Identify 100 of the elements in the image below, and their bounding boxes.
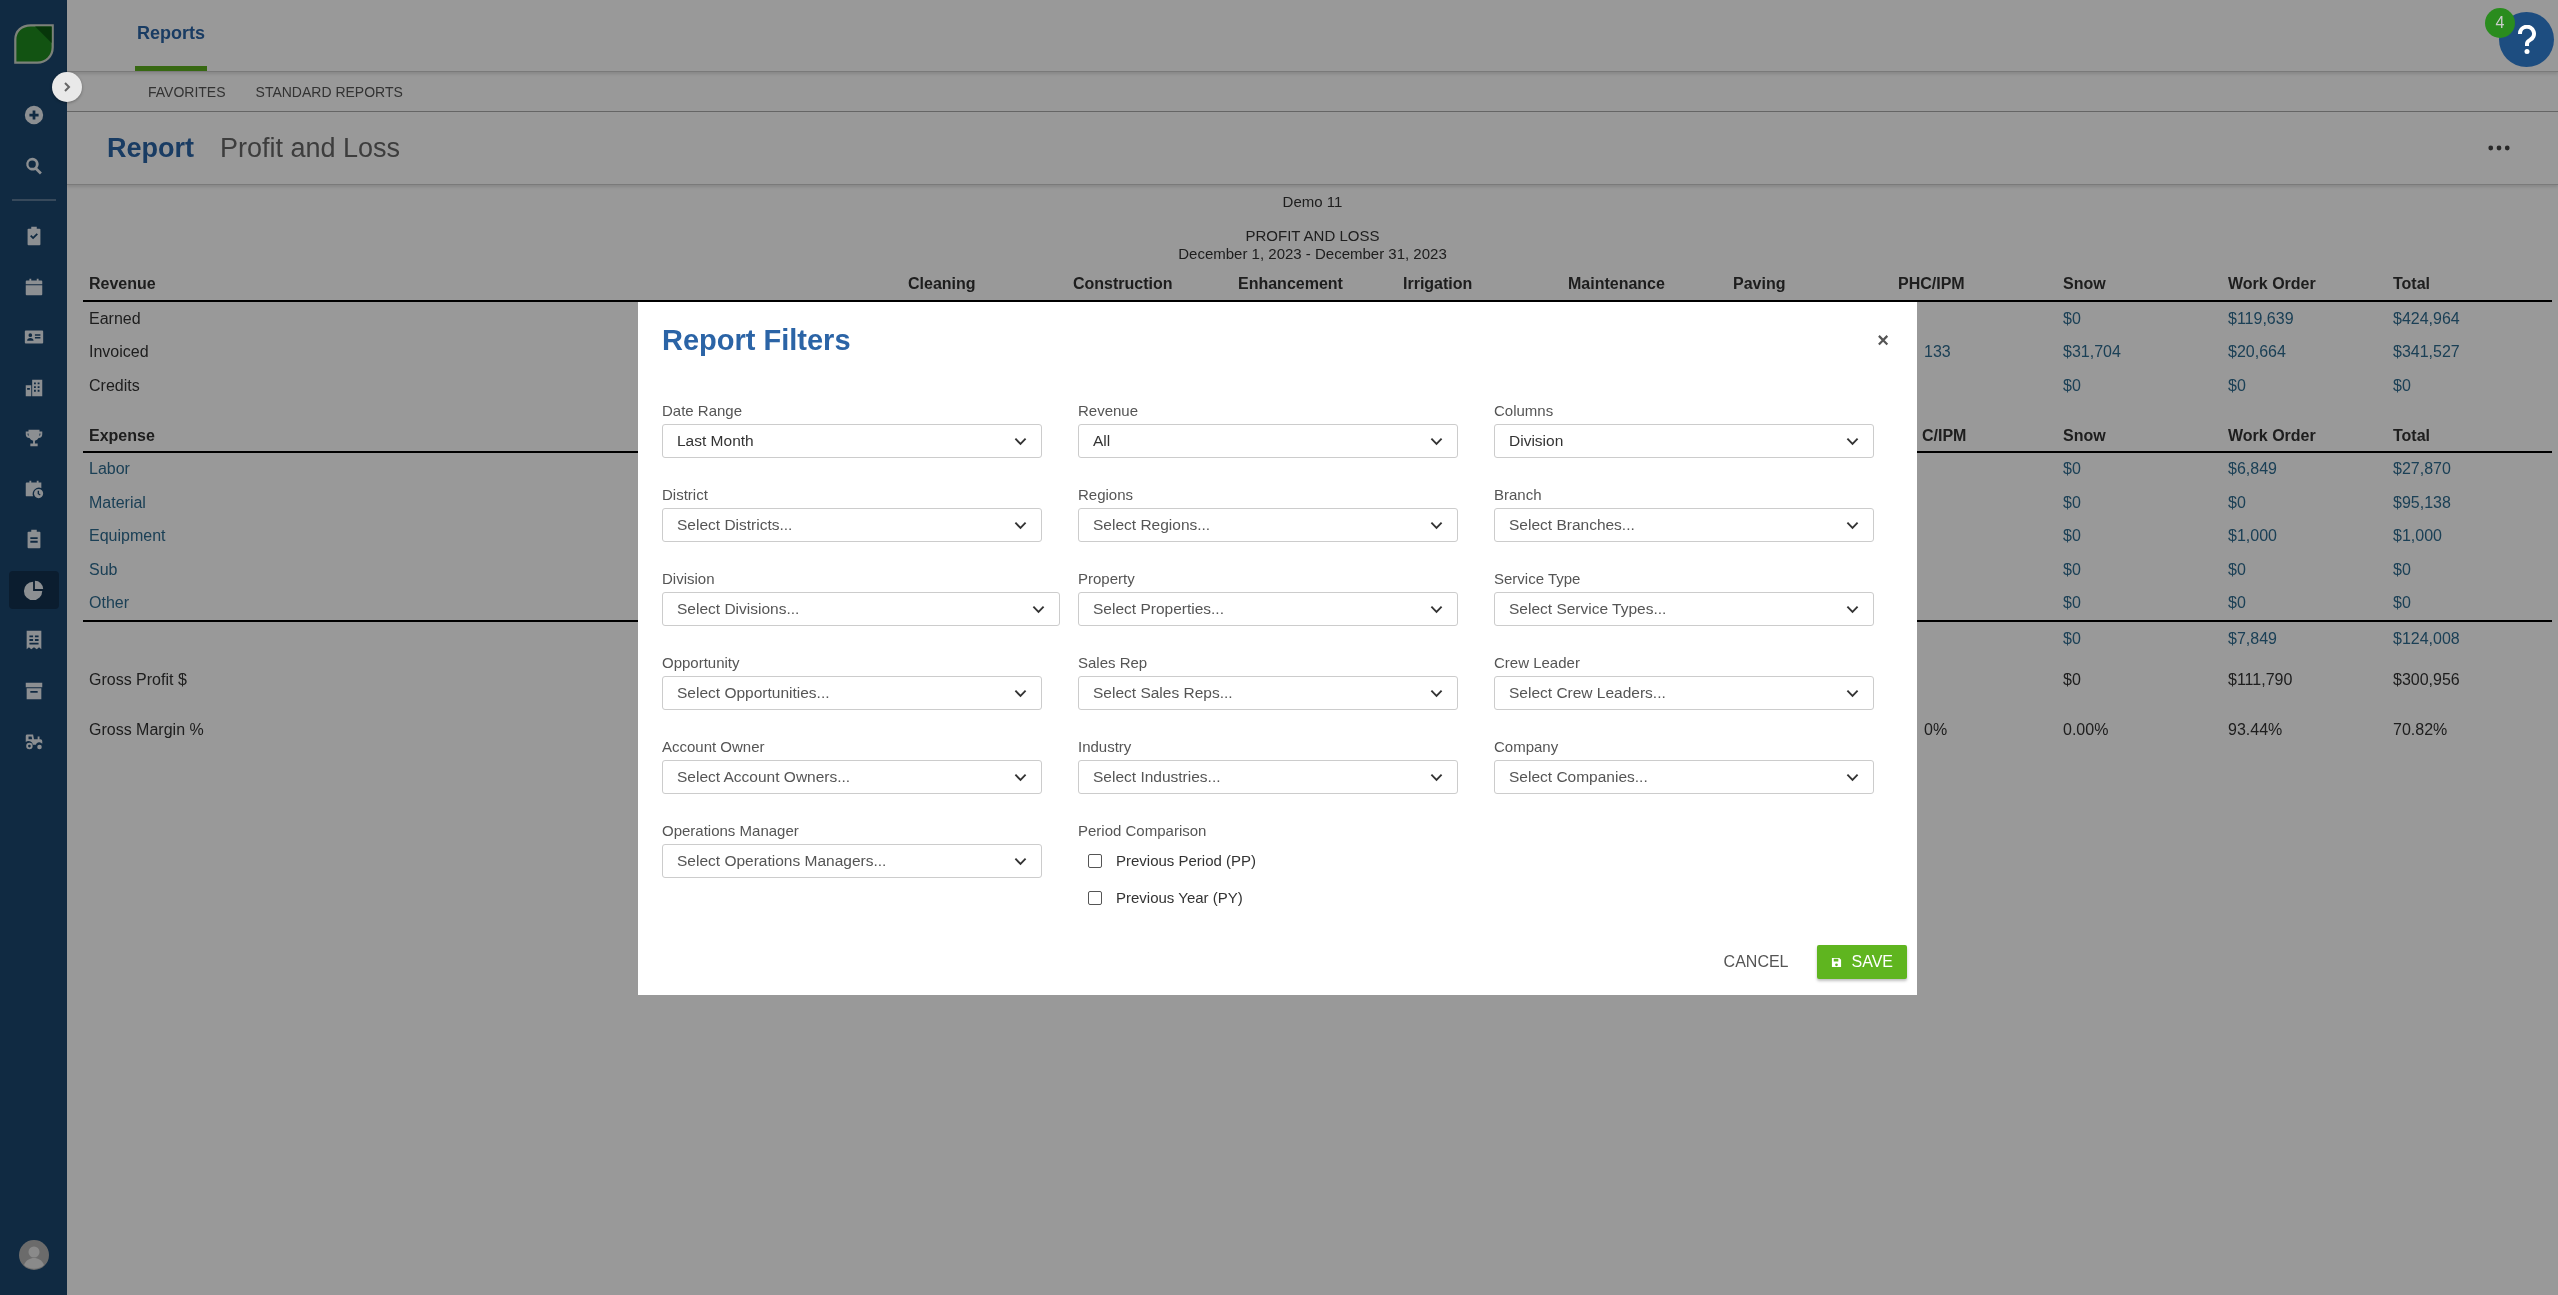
table-cell[interactable]: $0 bbox=[2063, 493, 2081, 512]
table-cell[interactable]: $0 bbox=[2063, 560, 2081, 579]
chevron-down-icon bbox=[1846, 604, 1859, 614]
table-cell[interactable]: $0 bbox=[2393, 560, 2411, 579]
select-field[interactable]: Select Companies... bbox=[1494, 760, 1874, 794]
chevron-down-icon bbox=[1430, 604, 1443, 614]
table-cell[interactable]: $1,000 bbox=[2228, 527, 2277, 546]
select-field[interactable]: Select Divisions... bbox=[662, 592, 1060, 626]
report-period: December 1, 2023 - December 31, 2023 bbox=[1178, 245, 1447, 263]
select-field[interactable]: Select Crew Leaders... bbox=[1494, 676, 1874, 710]
chevron-down-icon bbox=[1430, 520, 1443, 530]
chevron-down-icon bbox=[1846, 688, 1859, 698]
field-label: Revenue bbox=[1078, 402, 1140, 420]
table-cell[interactable]: $20,664 bbox=[2228, 343, 2286, 362]
row-label: Revenue bbox=[89, 274, 156, 293]
column-header: Paving bbox=[1733, 274, 1786, 293]
cancel-button[interactable]: CANCEL bbox=[1715, 947, 1797, 977]
subnav-link[interactable]: STANDARD REPORTS bbox=[255, 83, 403, 100]
question-icon bbox=[2516, 24, 2537, 55]
table-cell[interactable]: $0 bbox=[2063, 309, 2081, 328]
checkbox-label[interactable]: Previous Year (PY) bbox=[1116, 889, 1243, 906]
table-cell[interactable]: $7,849 bbox=[2228, 629, 2277, 648]
table-cell[interactable]: $119,639 bbox=[2228, 309, 2294, 328]
column-header: Snow bbox=[2063, 274, 2106, 293]
select-field[interactable]: Select Regions... bbox=[1078, 508, 1458, 542]
table-cell[interactable]: $1,000 bbox=[2393, 527, 2442, 546]
avatar-icon[interactable] bbox=[18, 1240, 49, 1270]
column-header: Snow bbox=[2063, 426, 2106, 445]
field-label: Company bbox=[1494, 738, 1560, 756]
chevron-down-icon bbox=[1014, 772, 1027, 782]
column-header: Irrigation bbox=[1403, 274, 1473, 293]
field-label: Columns bbox=[1494, 402, 1555, 420]
row-label[interactable]: Equipment bbox=[89, 527, 166, 546]
leaf-logo[interactable] bbox=[11, 22, 56, 66]
row-label: Credits bbox=[89, 376, 140, 395]
close-button[interactable]: × bbox=[1873, 329, 1893, 352]
table-cell[interactable]: $0 bbox=[2063, 376, 2081, 395]
table-cell[interactable]: $95,138 bbox=[2393, 493, 2451, 512]
table-cell[interactable]: $6,849 bbox=[2228, 460, 2277, 479]
field-label: Operations Manager bbox=[662, 822, 800, 840]
row-label: Gross Profit $ bbox=[89, 671, 187, 689]
chevron-down-icon bbox=[1032, 604, 1045, 614]
row-label: Invoiced bbox=[89, 343, 149, 362]
table-cell[interactable]: $0 bbox=[2063, 594, 2081, 613]
select-field[interactable]: Select Industries... bbox=[1078, 760, 1458, 794]
select-field[interactable]: Select Sales Reps... bbox=[1078, 676, 1458, 710]
select-field[interactable]: Division bbox=[1494, 424, 1874, 458]
column-header: Cleaning bbox=[908, 274, 976, 293]
table-cell: $300,956 bbox=[2393, 671, 2460, 689]
table-cell[interactable]: $0 bbox=[2393, 594, 2411, 613]
row-label[interactable]: Material bbox=[89, 493, 146, 512]
table-cell[interactable]: $0 bbox=[2228, 594, 2246, 613]
chevron-down-icon bbox=[1014, 688, 1027, 698]
column-header: PHC/IPM bbox=[1898, 274, 1965, 293]
select-field[interactable]: Select Properties... bbox=[1078, 592, 1458, 626]
select-field[interactable]: Select Service Types... bbox=[1494, 592, 1874, 626]
row-label[interactable]: Sub bbox=[89, 560, 118, 579]
select-field[interactable]: Last Month bbox=[662, 424, 1042, 458]
table-cell[interactable]: $0 bbox=[2393, 376, 2411, 395]
more-icon[interactable] bbox=[2488, 145, 2510, 151]
select-field[interactable]: Select Account Owners... bbox=[662, 760, 1042, 794]
report-name: Profit and Loss bbox=[220, 132, 401, 164]
table-cell[interactable]: $0 bbox=[2228, 560, 2246, 579]
row-label[interactable]: Labor bbox=[89, 460, 130, 479]
page-title: Report bbox=[107, 132, 194, 164]
field-label: District bbox=[662, 486, 709, 504]
table-cell[interactable]: $341,527 bbox=[2393, 343, 2460, 362]
column-header: Total bbox=[2393, 426, 2431, 445]
select-field[interactable]: Select Opportunities... bbox=[662, 676, 1042, 710]
row-label[interactable]: Other bbox=[89, 594, 129, 613]
table-cell[interactable]: $0 bbox=[2063, 629, 2081, 648]
expand-sidebar-button[interactable] bbox=[52, 72, 82, 102]
field-label: Service Type bbox=[1494, 570, 1582, 588]
table-cell[interactable]: $0 bbox=[2063, 460, 2081, 479]
select-field[interactable]: Select Operations Managers... bbox=[662, 844, 1042, 878]
dialog-title: Report Filters bbox=[662, 324, 851, 357]
table-cell[interactable]: $0 bbox=[2228, 493, 2246, 512]
table-cell[interactable]: $31,704 bbox=[2063, 343, 2121, 362]
checkbox[interactable] bbox=[1088, 853, 1102, 868]
sidebar-item[interactable] bbox=[8, 570, 59, 609]
table-cell: 70.82% bbox=[2393, 721, 2448, 739]
select-field[interactable]: Select Districts... bbox=[662, 508, 1042, 542]
table-cell[interactable]: $424,964 bbox=[2393, 309, 2460, 328]
subnav-link[interactable]: FAVORITES bbox=[148, 83, 226, 100]
table-cell[interactable]: $0 bbox=[2063, 527, 2081, 546]
field-label: Division bbox=[662, 570, 716, 588]
field-label: Branch bbox=[1494, 486, 1543, 504]
table-cell[interactable]: 133 bbox=[1924, 343, 1951, 362]
table-cell[interactable]: $0 bbox=[2228, 376, 2246, 395]
checkbox-label[interactable]: Previous Period (PP) bbox=[1116, 852, 1257, 869]
select-field[interactable]: Select Branches... bbox=[1494, 508, 1874, 542]
chevron-down-icon bbox=[1430, 436, 1443, 446]
table-cell[interactable]: $27,870 bbox=[2393, 460, 2451, 479]
table-cell[interactable]: $124,008 bbox=[2393, 629, 2460, 648]
reports-tab[interactable]: Reports bbox=[135, 0, 207, 71]
field-label: Regions bbox=[1078, 486, 1135, 504]
checkbox[interactable] bbox=[1088, 890, 1102, 905]
select-field[interactable]: All bbox=[1078, 424, 1458, 458]
save-button[interactable]: SAVE bbox=[1816, 945, 1907, 979]
report-heading: PROFIT AND LOSS bbox=[1245, 227, 1380, 245]
